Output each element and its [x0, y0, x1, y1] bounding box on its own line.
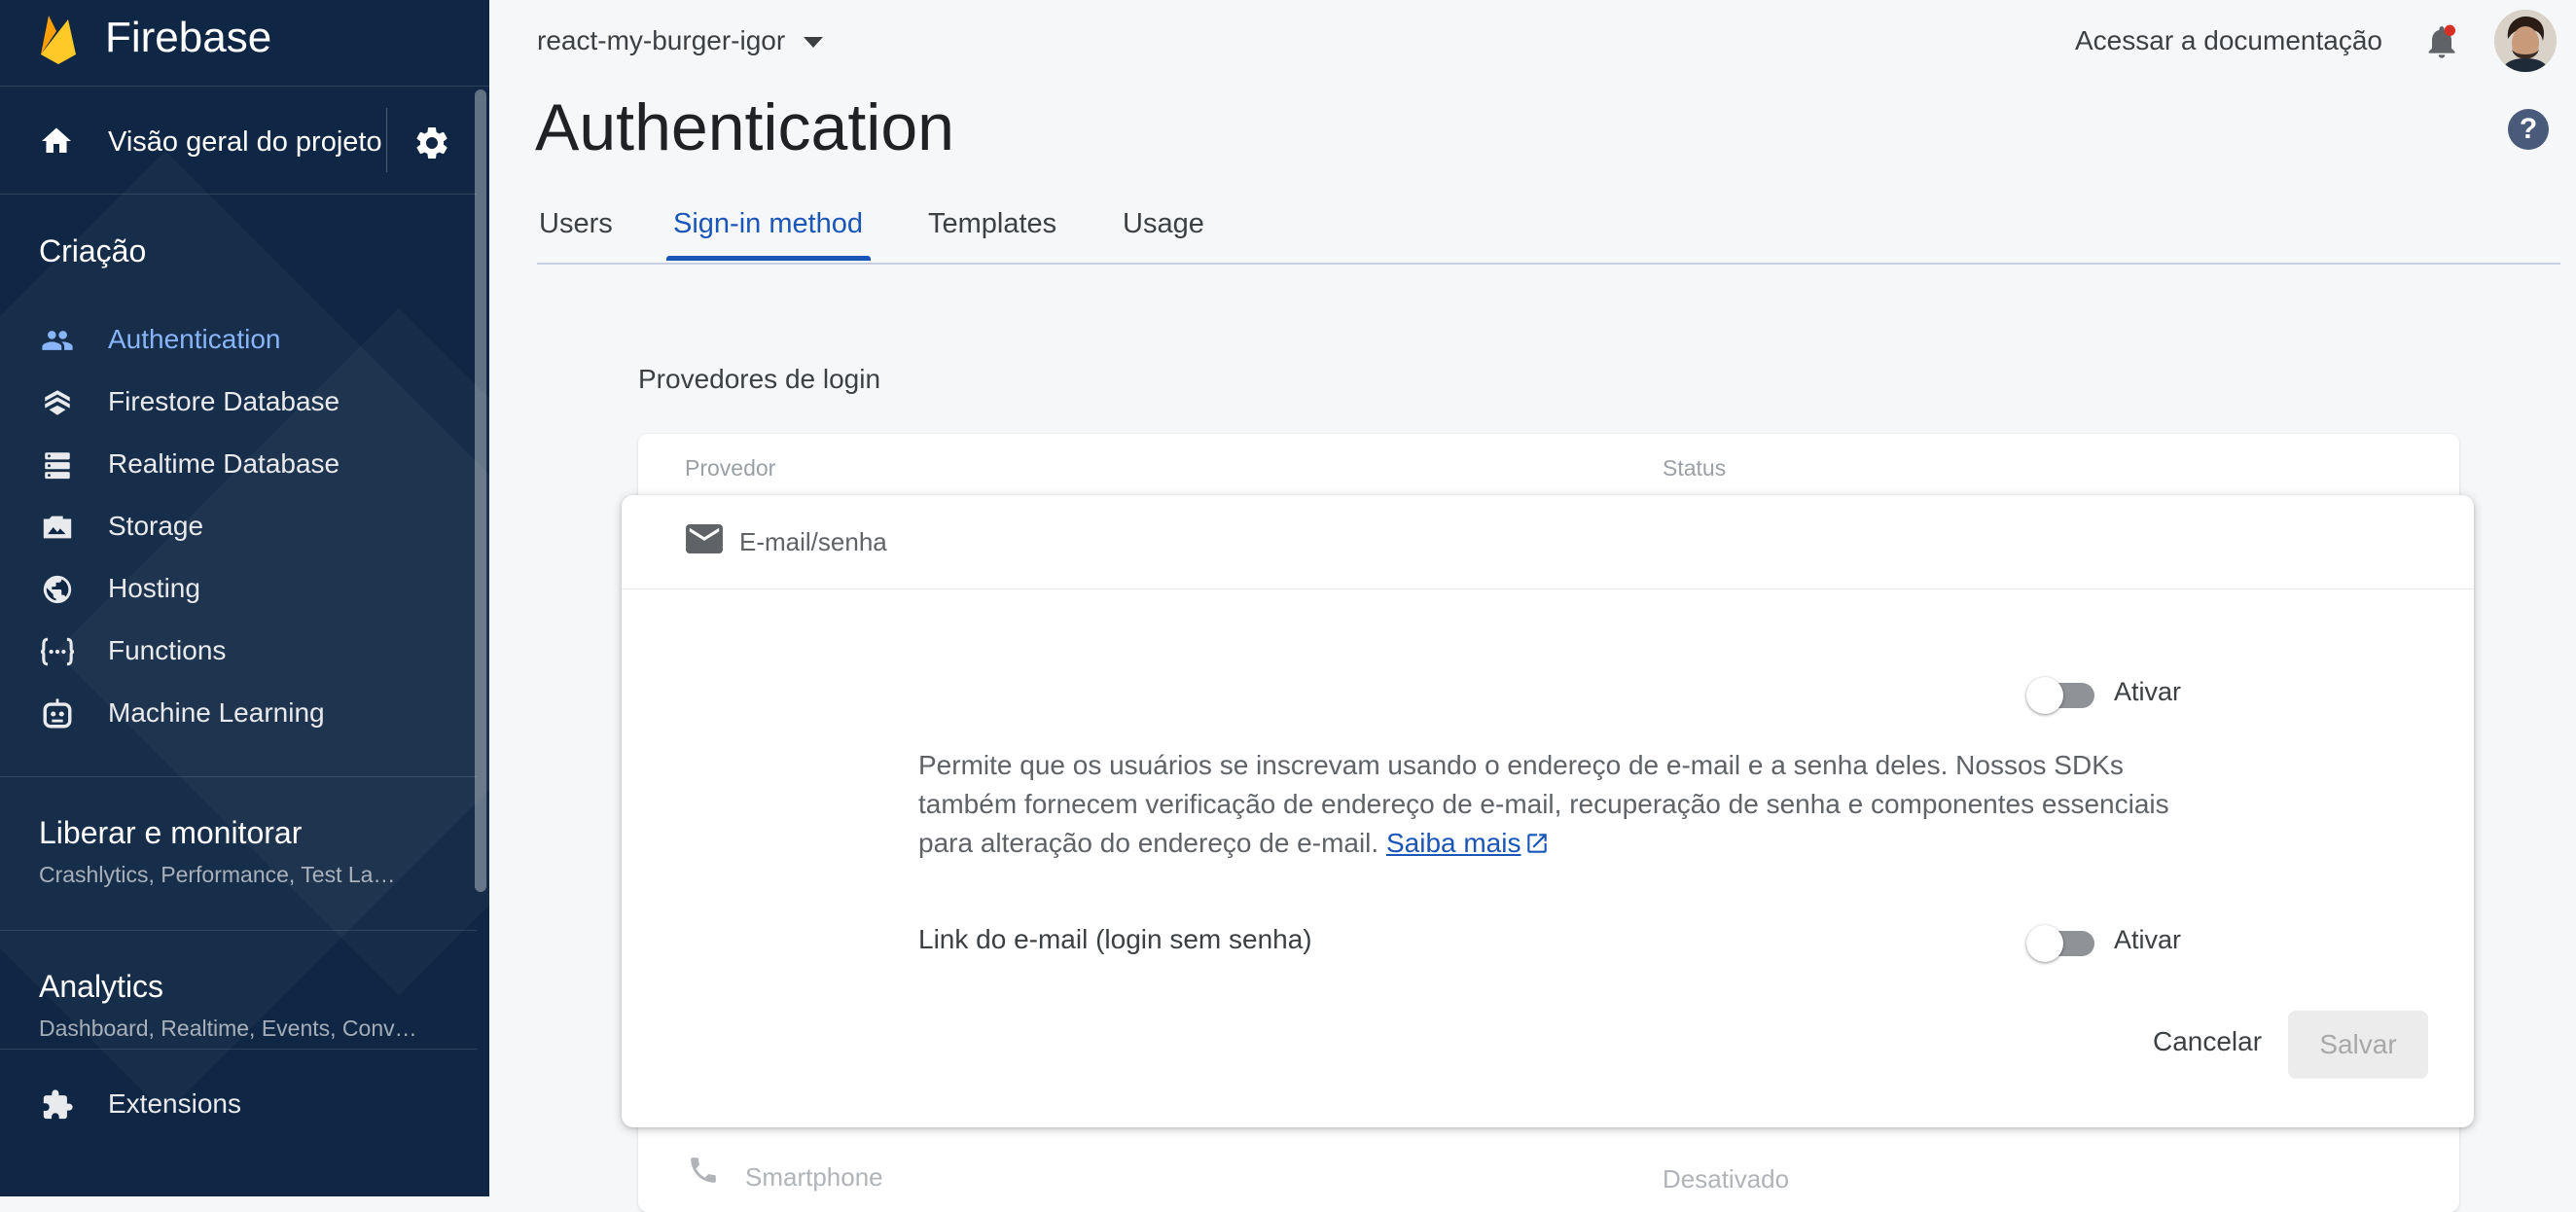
sidebar-item-machine-learning[interactable]: Machine Learning [0, 685, 477, 741]
sidebar-item-realtime-database[interactable]: Realtime Database [0, 436, 477, 492]
docs-link[interactable]: Acessar a documentação [2075, 25, 2382, 56]
cancel-button[interactable]: Cancelar [2120, 1011, 2295, 1073]
chevron-down-icon[interactable] [804, 37, 823, 48]
sidebar-item-label: Machine Learning [108, 697, 325, 728]
external-link-icon [1527, 834, 1548, 853]
provider-row-name[interactable]: Smartphone [745, 1162, 883, 1193]
brand-name: Firebase [105, 14, 272, 61]
sidebar-item-label: Firestore Database [108, 386, 340, 416]
sidebar-item-authentication[interactable]: Authentication [0, 311, 477, 368]
globe-icon [43, 575, 72, 604]
home-icon [42, 127, 71, 153]
bell-icon[interactable] [2422, 21, 2461, 62]
toggle-knob [2026, 677, 2063, 714]
tab-templates[interactable]: Templates [928, 208, 1056, 240]
page-title: Authentication [535, 90, 954, 164]
toggle-knob [2026, 925, 2063, 962]
sidebar-item-firestore[interactable]: Firestore Database [0, 374, 477, 430]
tab-usage[interactable]: Usage [1123, 208, 1204, 240]
provider-name: E-mail/senha [739, 527, 887, 556]
mail-icon [686, 524, 723, 553]
sidebar-item-label: Storage [108, 511, 204, 541]
release-section-subtitle: Crashlytics, Performance, Test La… [39, 862, 396, 887]
extensions-icon [43, 1089, 73, 1120]
tab-bar: Users Sign-in method Templates Usage [537, 195, 2560, 265]
provider-row-status: Desativado [1663, 1164, 1790, 1194]
avatar-image [2494, 10, 2557, 72]
email-link-toggle-label: Ativar [2114, 925, 2182, 954]
email-provider-panel: E-mail/senha Ativar Permite que os usuár… [622, 495, 2474, 1127]
email-link-label: Link do e-mail (login sem senha) [918, 924, 1312, 954]
firebase-logo-icon [41, 16, 76, 64]
active-tab-indicator [666, 256, 871, 261]
divider [0, 776, 477, 777]
sidebar-scrollbar[interactable] [475, 89, 486, 892]
tab-users[interactable]: Users [539, 208, 613, 240]
sidebar-item-extensions[interactable]: Extensions [0, 1076, 477, 1132]
project-overview[interactable]: Visão geral do projeto [0, 87, 477, 195]
database-icon [45, 452, 70, 480]
divider [0, 1049, 477, 1050]
sidebar-item-storage[interactable]: Storage [0, 498, 477, 554]
sidebar-item-label: Authentication [108, 324, 281, 354]
overview-label: Visão geral do projeto [108, 126, 382, 158]
divider [0, 930, 477, 931]
people-icon [42, 331, 73, 350]
build-section-title: Criação [39, 233, 147, 268]
learn-more-label: Saiba mais [1385, 828, 1521, 858]
enable-email-toggle[interactable] [2026, 673, 2096, 714]
robot-icon [43, 698, 72, 729]
save-button[interactable]: Salvar [2288, 1011, 2428, 1079]
panel-header[interactable]: E-mail/senha [622, 495, 2474, 589]
firestore-icon [45, 390, 70, 415]
brand-header[interactable]: Firebase [0, 0, 489, 87]
phone-icon [691, 1158, 716, 1183]
release-section-title[interactable]: Liberar e monitorar [39, 815, 302, 851]
project-selector[interactable]: react-my-burger-igor [537, 25, 785, 56]
gear-icon[interactable] [412, 124, 451, 162]
providers-title: Provedores de login [638, 364, 881, 394]
column-header-status: Status [1663, 455, 1727, 481]
divider [386, 108, 387, 172]
analytics-section-title[interactable]: Analytics [39, 969, 163, 1005]
sidebar-item-label: Extensions [108, 1088, 241, 1119]
learn-more-link[interactable]: Saiba mais [1386, 828, 1551, 858]
functions-icon [40, 637, 75, 666]
sidebar-item-label: Hosting [108, 573, 200, 603]
sidebar-item-label: Realtime Database [108, 448, 340, 479]
enable-email-label: Ativar [2114, 677, 2182, 706]
sidebar-item-functions[interactable]: Functions [0, 623, 477, 679]
sidebar: Firebase Visão geral do projeto Criação … [0, 0, 489, 1196]
help-icon[interactable]: ? [2508, 109, 2549, 150]
tab-sign-in-method[interactable]: Sign-in method [673, 208, 863, 240]
sidebar-item-label: Functions [108, 635, 227, 665]
avatar[interactable] [2494, 10, 2557, 72]
provider-description: Permite que os usuários se inscrevam usa… [918, 746, 2173, 863]
sidebar-item-hosting[interactable]: Hosting [0, 560, 477, 617]
column-header-provider: Provedor [685, 455, 776, 481]
analytics-section-subtitle: Dashboard, Realtime, Events, Conv… [39, 1016, 417, 1041]
email-link-toggle[interactable] [2026, 921, 2096, 962]
image-icon [43, 516, 72, 539]
